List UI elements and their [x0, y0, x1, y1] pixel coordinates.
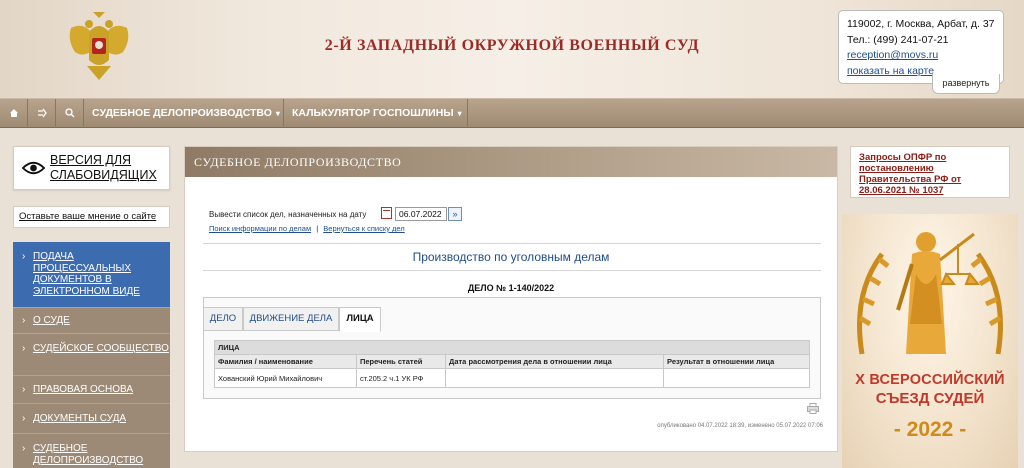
chevron-down-icon: ▾ — [457, 109, 462, 118]
opfr-requests-link[interactable]: Запросы ОПФР по постановлению Правительс… — [850, 146, 1010, 198]
sidebar-item-court-proceedings[interactable]: › СУДЕБНОЕ ДЕЛОПРОИЗВОДСТВО — [13, 434, 170, 468]
persons-table: ЛИЦА Фамилия / наименование Перечень ста… — [214, 340, 810, 388]
divider — [203, 243, 821, 244]
table-row: Хованский Юрий Михайлович ст.205.2 ч.1 У… — [214, 368, 810, 388]
sidebar-item-label: О СУДЕ — [33, 315, 70, 326]
link-separator: | — [316, 224, 319, 233]
calendar-icon[interactable] — [381, 207, 392, 219]
sitemap-icon[interactable] — [28, 99, 56, 128]
feedback-link[interactable]: Оставьте ваше мнение о сайте — [13, 206, 170, 228]
person-hearing-date — [445, 368, 664, 388]
themis-statue-icon — [857, 232, 1003, 355]
tab-persons[interactable]: ЛИЦА — [339, 307, 381, 332]
column-header: Дата рассмотрения дела в отношении лица — [445, 354, 664, 369]
nav-item-label: КАЛЬКУЛЯТОР ГОСПОШЛИНЫ — [292, 107, 454, 119]
chevron-down-icon: ▾ — [275, 109, 280, 118]
congress-banner[interactable]: X ВСЕРОССИЙСКИЙ СЪЕЗД СУДЕЙ - 2022 - — [842, 214, 1018, 468]
published-info: опубликовано 04.07.2022 18:39, изменено … — [657, 423, 823, 429]
contact-address: 119002, г. Москва, Арбат, д. 37 — [847, 18, 995, 30]
expand-contacts-button[interactable]: развернуть — [932, 74, 1000, 94]
section-title: СУДЕБНОЕ ДЕЛОПРОИЗВОДСТВО — [185, 147, 837, 177]
banner-line1: X ВСЕРОССИЙСКИЙ — [855, 372, 1005, 388]
main-nav: СУДЕБНОЕ ДЕЛОПРОИЗВОДСТВО ▾ КАЛЬКУЛЯТОР Г… — [0, 98, 1024, 128]
sidebar-item-legal-basis[interactable]: › ПРАВОВАЯ ОСНОВА — [13, 376, 170, 404]
column-header: Фамилия / наименование — [214, 354, 357, 369]
banner-line2: СЪЕЗД СУДЕЙ — [875, 390, 985, 407]
banner-year: - 2022 - — [893, 418, 967, 441]
nav-item-fee-calculator[interactable]: КАЛЬКУЛЯТОР ГОСПОШЛИНЫ ▾ — [284, 99, 468, 128]
sidebar-menu: › ПОДАЧА ПРОЦЕССУАЛЬНЫХ ДОКУМЕНТОВ В ЭЛЕ… — [13, 242, 170, 468]
chevron-right-icon: › — [22, 251, 26, 262]
person-name: Хованский Юрий Михайлович — [214, 368, 357, 388]
sidebar-item-e-filing[interactable]: › ПОДАЧА ПРОЦЕССУАЛЬНЫХ ДОКУМЕНТОВ В ЭЛЕ… — [13, 242, 170, 308]
back-to-list-link[interactable]: Вернуться к списку дел — [323, 224, 404, 233]
person-articles: ст.205.2 ч.1 УК РФ — [356, 368, 446, 388]
sidebar-item-label: ПРАВОВАЯ ОСНОВА — [33, 384, 133, 395]
sidebar-item-label: СУДЕБНОЕ ДЕЛОПРОИЗВОДСТВО — [33, 443, 144, 466]
sidebar-item-label: СУДЕЙСКОЕ СООБЩЕСТВО — [33, 343, 169, 354]
tab-case[interactable]: ДЕЛО — [203, 307, 243, 331]
sidebar-item-judges-community[interactable]: › СУДЕЙСКОЕ СООБЩЕСТВО — [13, 334, 170, 376]
chevron-right-icon: › — [22, 384, 26, 395]
home-icon[interactable] — [0, 99, 28, 128]
column-header: Перечень статей — [356, 354, 446, 369]
case-search-link[interactable]: Поиск информации по делам — [209, 224, 311, 233]
persons-section-label: ЛИЦА — [214, 340, 810, 355]
sidebar-item-about[interactable]: › О СУДЕ — [13, 308, 170, 334]
date-input[interactable]: 06.07.2022 — [395, 207, 447, 221]
print-icon[interactable] — [807, 403, 819, 414]
contact-box: 119002, г. Москва, Арбат, д. 37 Тел.: (4… — [838, 10, 1004, 84]
sidebar-item-label: ДОКУМЕНТЫ СУДА — [33, 413, 127, 424]
low-vision-version-button[interactable]: ВЕРСИЯ ДЛЯ СЛАБОВИДЯЩИХ — [13, 146, 170, 190]
site-header: 2-Й ЗАПАДНЫЙ ОКРУЖНОЙ ВОЕННЫЙ СУД 119002… — [0, 0, 1024, 98]
person-result — [663, 368, 810, 388]
chevron-right-icon: › — [22, 413, 26, 424]
main-content: СУДЕБНОЕ ДЕЛОПРОИЗВОДСТВО Вывести список… — [184, 146, 838, 452]
sidebar-item-label: ПОДАЧА ПРОЦЕССУАЛЬНЫХ ДОКУМЕНТОВ В ЭЛЕКТ… — [33, 251, 140, 297]
contact-email-link[interactable]: reception@movs.ru — [847, 48, 995, 64]
chevron-right-icon: › — [22, 315, 26, 326]
contact-phone: Тел.: (499) 241-07-21 — [847, 33, 949, 46]
case-links: Поиск информации по делам | Вернуться к … — [209, 224, 405, 233]
divider — [203, 270, 821, 271]
sidebar-item-court-documents[interactable]: › ДОКУМЕНТЫ СУДА — [13, 404, 170, 434]
tab-case-movement[interactable]: ДВИЖЕНИЕ ДЕЛА — [243, 307, 339, 331]
search-icon[interactable] — [56, 99, 84, 128]
chevron-right-icon: › — [22, 343, 26, 354]
nav-item-label: СУДЕБНОЕ ДЕЛОПРОИЗВОДСТВО — [92, 107, 272, 119]
nav-item-court-proceedings[interactable]: СУДЕБНОЕ ДЕЛОПРОИЗВОДСТВО ▾ — [84, 99, 284, 128]
date-label: Вывести список дел, назначенных на дату — [209, 210, 367, 219]
eye-icon — [22, 161, 45, 175]
production-title: Производство по уголовным делам — [412, 250, 610, 264]
low-vision-label: ВЕРСИЯ ДЛЯ СЛАБОВИДЯЩИХ — [50, 153, 157, 182]
column-header: Результат в отношении лица — [663, 354, 810, 369]
chevron-right-icon: › — [22, 443, 26, 454]
case-title: ДЕЛО № 1-140/2022 — [467, 283, 555, 293]
submit-date-button[interactable]: » — [448, 207, 462, 221]
